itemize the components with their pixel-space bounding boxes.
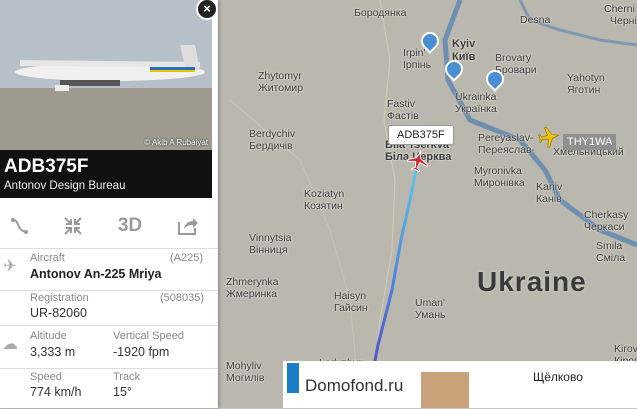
airline-name: Antonov Design Bureau	[4, 180, 126, 192]
registration-value: UR-82060	[30, 306, 87, 320]
other-plane-icon[interactable]	[538, 126, 560, 148]
city-label: Zhmerynka	[226, 276, 279, 288]
city-label: Переяслав-	[478, 144, 536, 156]
city-label: Українка	[455, 103, 497, 115]
city-label: Cherkasy	[584, 209, 629, 221]
aircraft-photo[interactable]: © Akib A Rubaiyat	[0, 0, 212, 150]
ad-banner[interactable]: Domofond.ru Щёлково	[283, 361, 637, 408]
city-label: Черніг	[610, 15, 637, 27]
city-label: Жмеринка	[226, 288, 277, 300]
altitude-row: ☁ Altitude 3,333 m Vertical Speed -1920 …	[0, 326, 218, 369]
country-label: Ukraine	[477, 266, 587, 297]
track-value: 15°	[113, 385, 132, 399]
city-label: Fastiv	[387, 98, 416, 110]
collapse-icon[interactable]	[53, 208, 93, 244]
city-label: Kirovohr	[614, 343, 637, 355]
altitude-value: 3,333 m	[30, 345, 76, 359]
city-label: Brovary	[495, 52, 532, 64]
aircraft-info-panel: © Akib A Rubaiyat × ADB375F Antonov Desi…	[0, 0, 218, 408]
ad-brand: Domofond.ru	[305, 376, 404, 395]
city-label: Миронівка	[474, 177, 525, 189]
photo-credit: © Akib A Rubaiyat	[144, 138, 208, 147]
other-plane-label[interactable]: THY1WA	[563, 134, 617, 150]
city-label: Zhytomyr	[258, 70, 302, 82]
selected-plane-label[interactable]: ADB375F	[388, 125, 454, 145]
city-label: Uman'	[415, 297, 446, 309]
ad-photo	[421, 372, 469, 408]
speed-row: Speed 774 km/h Track 15°	[0, 369, 218, 409]
city-label: Cherni	[604, 3, 635, 15]
city-label: Козятин	[304, 200, 343, 212]
city-label: Ukrainka	[455, 91, 497, 103]
major-city-label: Kyiv	[452, 38, 476, 50]
city-label: Умань	[415, 309, 446, 321]
altitude-label: Altitude	[30, 330, 67, 342]
border-line	[369, 0, 396, 408]
share-icon[interactable]	[168, 208, 208, 244]
close-button[interactable]: ×	[196, 0, 218, 20]
cloud-icon: ☁	[2, 336, 18, 353]
route-icon[interactable]	[0, 208, 40, 244]
domofond-logo-icon	[287, 363, 299, 393]
aircraft-row: ✈ Aircraft (A225) Antonov An-225 Mriya	[0, 248, 218, 291]
city-label: Vinnytsia	[249, 232, 292, 244]
city-label: Koziatyn	[304, 188, 345, 200]
aircraft-photo-art	[0, 0, 212, 150]
airplane-icon: ✈	[3, 258, 17, 275]
city-label: Berdychiv	[249, 128, 296, 140]
track-label: Track	[113, 371, 141, 383]
city-label: Yahotyn	[567, 72, 605, 84]
city-label: Бородянка	[354, 7, 407, 19]
selected-plane-icon[interactable]	[407, 150, 429, 172]
vertical-speed-label: Vertical Speed	[113, 330, 184, 342]
speed-label: Speed	[30, 371, 62, 383]
city-label: Desna	[520, 14, 551, 26]
registration-code: (508035)	[160, 292, 205, 304]
city-label: Могилів	[226, 372, 265, 384]
city-label: Черкаси	[584, 221, 625, 233]
city-label: Канів	[536, 193, 562, 205]
city-label: Pereyaslav-	[478, 132, 534, 144]
city-label: Irpin'	[403, 47, 426, 59]
aircraft-label: Aircraft	[30, 252, 65, 264]
view-3d-button[interactable]: 3D	[110, 208, 150, 244]
city-label: Mohyliv	[226, 360, 262, 372]
toolbar: 3D	[0, 204, 218, 249]
title-bar: ADB375F Antonov Design Bureau	[0, 150, 212, 198]
city-label: Сміла	[596, 252, 626, 264]
city-label: Бердичів	[249, 140, 293, 152]
aircraft-code: (A225)	[170, 252, 204, 264]
city-label: Ірпінь	[403, 59, 432, 71]
city-label: Житомир	[258, 82, 304, 94]
registration-label: Registration	[30, 292, 89, 304]
speed-value: 774 km/h	[30, 385, 82, 399]
city-label: Фастів	[387, 110, 419, 122]
city-label: Smila	[596, 240, 623, 252]
registration-row: Registration (508035) UR-82060	[0, 291, 218, 326]
aircraft-value: Antonov An-225 Mriya	[30, 267, 162, 281]
city-label: Гайсин	[334, 302, 368, 314]
city-label: Haisyn	[334, 290, 367, 302]
city-label: Яготин	[567, 84, 601, 96]
city-label: Вінниця	[249, 244, 288, 256]
callsign: ADB375F	[4, 156, 89, 177]
city-label: Kaniv	[536, 181, 563, 193]
city-label: Myronivka	[474, 165, 522, 177]
ad-city: Щёлково	[533, 370, 583, 384]
vertical-speed-value: -1920 fpm	[113, 345, 170, 359]
